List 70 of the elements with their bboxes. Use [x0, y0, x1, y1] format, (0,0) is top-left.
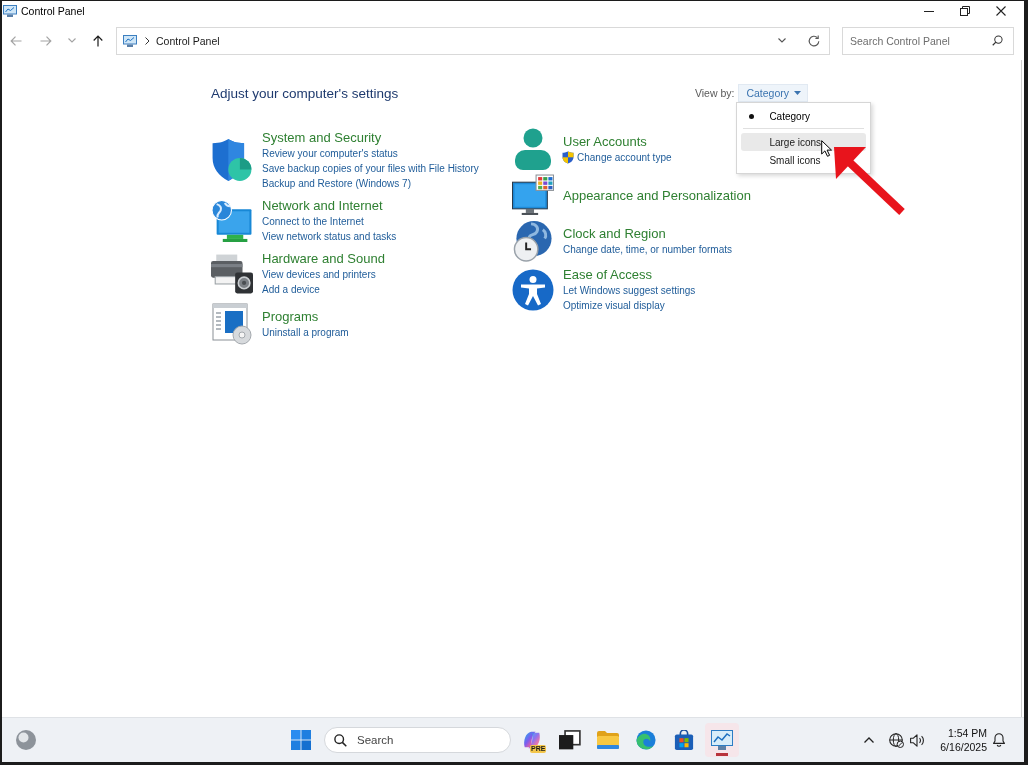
- up-arrow-icon: [92, 34, 104, 47]
- category-link[interactable]: Let Windows suggest settings: [563, 283, 696, 298]
- menu-item[interactable]: Large icons: [741, 133, 867, 151]
- person-icon: [512, 128, 554, 170]
- speaker-icon[interactable]: [910, 733, 925, 747]
- swirl-logo-icon: [521, 730, 543, 750]
- view-by-label: View by:: [694, 87, 735, 99]
- accessibility-person-icon: [512, 268, 554, 311]
- shield-icon: [211, 139, 253, 181]
- control-panel-icon: [711, 730, 733, 750]
- menu-item[interactable]: Category: [741, 107, 867, 125]
- category-link[interactable]: View network status and tasks: [262, 229, 397, 244]
- menu-item[interactable]: Small icons: [741, 151, 867, 169]
- page-heading: Adjust your computer's settings: [211, 85, 399, 101]
- wave-circle-icon: [635, 730, 657, 750]
- clock-button[interactable]: 1:54 PM 6/16/2025: [935, 726, 991, 754]
- category-link[interactable]: Review your computer's status: [262, 146, 398, 161]
- bullet-icon: [749, 113, 755, 119]
- globe-clock-icon: [512, 220, 554, 262]
- category-title-link[interactable]: Ease of Access: [563, 266, 652, 283]
- monitor-globe-icon: [211, 199, 253, 242]
- category-title-link[interactable]: Clock and Region: [563, 225, 666, 242]
- category-link[interactable]: Connect to the Internet: [262, 214, 364, 229]
- widget-icon[interactable]: [16, 730, 36, 750]
- left-arrow-icon: [10, 34, 22, 47]
- address-bar[interactable]: Control Panel: [116, 26, 830, 55]
- bell-icon[interactable]: [993, 733, 1005, 747]
- category-title-link[interactable]: Network and Internet: [262, 197, 383, 214]
- category-title-link[interactable]: Hardware and Sound: [262, 250, 385, 267]
- minimize-icon: [924, 10, 934, 12]
- category-link[interactable]: Save backup copies of your files with File History: [262, 161, 479, 176]
- shield-icon: [562, 151, 574, 164]
- caret-down-icon: [794, 91, 801, 95]
- category-link[interactable]: Backup and Restore (Windows 7): [262, 176, 411, 191]
- overlapping-squares-icon: [559, 730, 581, 750]
- category-link[interactable]: Uninstall a program: [262, 325, 349, 340]
- right-arrow-icon: [40, 34, 52, 47]
- close-icon: [996, 6, 1006, 16]
- category-link[interactable]: Add a device: [262, 282, 320, 297]
- printer-speaker-icon: [211, 252, 253, 295]
- category-title-link[interactable]: User Accounts: [563, 133, 647, 150]
- chevron-down-icon: [68, 38, 76, 43]
- search-field[interactable]: Search Control Panel: [842, 26, 1014, 55]
- search-icon: [334, 733, 347, 747]
- category-link[interactable]: Optimize visual display: [563, 298, 665, 313]
- program-window-disc-icon: [211, 303, 253, 345]
- restore-icon: [960, 6, 970, 16]
- category-link[interactable]: Change account type: [563, 150, 672, 165]
- chevron-right-icon: [145, 36, 150, 45]
- breadcrumb-item[interactable]: Control Panel: [156, 34, 220, 47]
- category-title-link[interactable]: System and Security: [262, 129, 382, 146]
- category-title-link[interactable]: Programs: [262, 308, 319, 325]
- chevron-up-icon[interactable]: [864, 737, 874, 743]
- view-by-dropdown[interactable]: Category: [738, 84, 808, 102]
- category-link[interactable]: Change date, time, or number formats: [563, 242, 732, 257]
- window-title: Control Panel: [21, 5, 85, 17]
- control-panel-icon: [123, 34, 137, 47]
- shopping-bag-icon: [673, 730, 695, 750]
- globe-icon[interactable]: [889, 732, 904, 748]
- mouse-pointer-icon: [821, 140, 833, 157]
- category-link[interactable]: View devices and printers: [262, 267, 376, 282]
- taskbar-search-field[interactable]: Search: [324, 727, 511, 753]
- folder-icon: [597, 730, 619, 750]
- chevron-down-icon[interactable]: [778, 38, 786, 43]
- category-title-link[interactable]: Appearance and Personalization: [563, 186, 751, 204]
- refresh-icon[interactable]: [808, 34, 820, 47]
- search-icon: [992, 35, 1003, 46]
- annotation-arrow: [834, 147, 905, 215]
- monitor-palette-icon: [512, 174, 554, 216]
- control-panel-icon: [3, 5, 17, 17]
